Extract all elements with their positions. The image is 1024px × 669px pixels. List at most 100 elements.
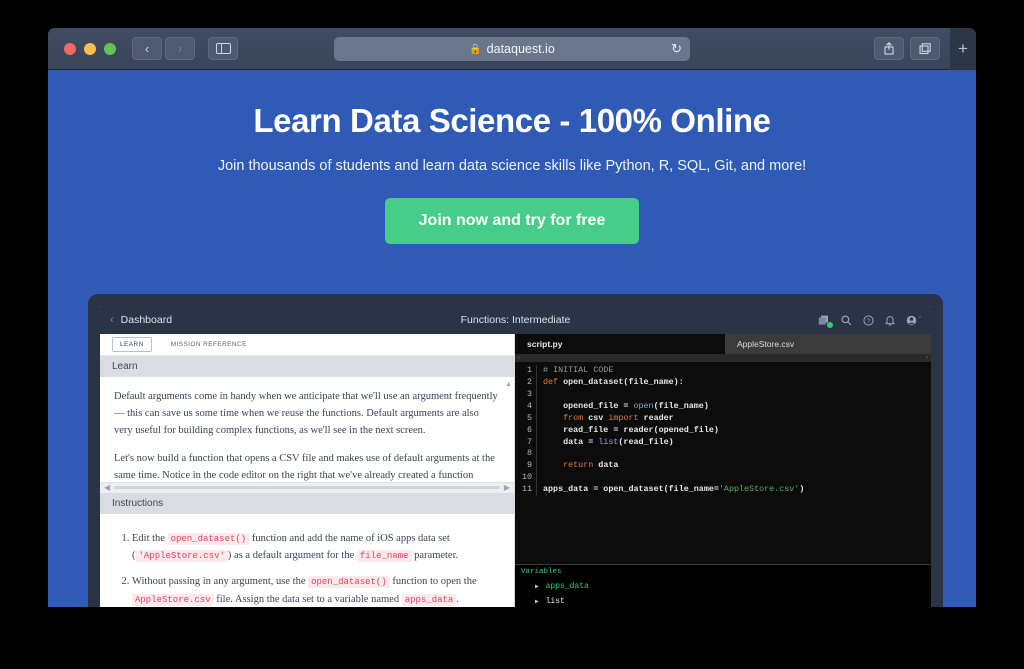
show-tabs-button[interactable] [910,37,940,60]
maximize-window-button[interactable] [104,42,116,55]
app-mockup-frame: ‹ Dashboard Functions: Intermediate ? ˇ … [88,294,943,607]
close-window-button[interactable] [64,42,76,55]
lesson-tabs: LEARN MISSION REFERENCE [100,334,514,356]
code-line: 6 read_file = reader(opened_file) [515,424,931,437]
share-button[interactable] [874,37,904,60]
browser-window: ‹ › 🔒 dataquest.io ↻ + Learn Data Scienc… [48,28,976,607]
new-tab-button[interactable]: + [950,28,976,70]
scroll-right-icon[interactable]: › [926,355,928,361]
scroll-left-icon[interactable]: ◀ [104,483,110,492]
app-body: LEARN MISSION REFERENCE Learn ▲ Default … [100,334,931,607]
line-number: 9 [515,460,537,473]
code-line: 2 def open_dataset(file_name): [515,376,931,389]
inline-code-open-dataset-2: open_dataset() [308,576,390,589]
lesson-pane: LEARN MISSION REFERENCE Learn ▲ Default … [100,334,515,607]
minimize-window-button[interactable] [84,42,96,55]
code-line: 7 data = list(read_file) [515,436,931,449]
tabs-icon [918,42,931,54]
code-text: return data [543,460,619,471]
line-number: 11 [515,484,537,497]
code-text: opened_file = open(file_name) [543,400,709,411]
chevron-down-icon: ˇ [918,316,921,324]
editor-tabs: script.py AppleStore.csv [515,334,931,354]
line-number: 4 [515,400,537,413]
page-subtitle: Join thousands of students and learn dat… [217,158,807,174]
instructions-list: Edit the open_dataset() function and add… [100,514,514,607]
sidebar-icon [215,43,231,54]
url-text: dataquest.io [486,42,555,56]
reload-icon[interactable]: ↻ [671,41,682,57]
line-number: 8 [515,448,537,461]
address-bar[interactable]: 🔒 dataquest.io ↻ [334,37,690,61]
inline-code-applestore-csv: AppleStore.csv [132,594,214,607]
expand-triangle-icon[interactable]: ▶ [535,583,539,590]
scrollbar-thumb[interactable] [114,486,500,490]
window-controls [64,42,116,55]
inline-code-open-dataset-1: open_dataset() [167,532,250,545]
line-number: 10 [515,472,537,485]
join-now-button[interactable]: Join now and try for free [384,198,640,244]
code-line: 11 apps_data = open_dataset(file_name='Ap… [515,484,931,497]
dashboard-link[interactable]: Dashboard [121,314,172,326]
code-text: data = list(read_file) [543,436,674,447]
learn-section-header: Learn [100,356,514,377]
lock-icon: 🔒 [469,43,482,55]
learn-p2-text-a: Let's now build a function that opens a … [114,453,495,481]
copy-check-icon[interactable] [818,315,833,328]
line-number: 3 [515,388,537,401]
code-text: apps_data = open_dataset(file_name='Appl… [543,484,805,495]
tab-learn[interactable]: LEARN [112,337,152,352]
expand-triangle-icon[interactable]: ▶ [535,598,539,605]
editor-tab-scroll-row[interactable]: ‹ › [515,354,931,362]
instr1-a: Edit the [132,532,168,544]
instr2-c: file. Assign the data set to a variable … [213,594,402,606]
scroll-left-icon[interactable]: ‹ [518,355,520,361]
code-text: def open_dataset(file_name): [543,376,684,387]
scroll-right-icon[interactable]: ▶ [504,483,510,492]
code-line: 4 opened_file = open(file_name) [515,400,931,413]
navigation-buttons: ‹ › [132,37,195,60]
instruction-item-1: Edit the open_dataset() function and add… [132,530,500,566]
lesson-horizontal-scrollbar[interactable]: ◀ ▶ [100,481,514,493]
code-line: 10 [515,472,931,485]
forward-button[interactable]: › [165,37,195,60]
learn-paragraph-1: Default arguments come in handy when we … [114,391,498,436]
browser-toolbar: ‹ › 🔒 dataquest.io ↻ + [48,28,976,70]
inline-code-applestore-quoted: 'AppleStore.csv' [135,550,228,563]
dataquest-app: ‹ Dashboard Functions: Intermediate ? ˇ … [100,306,931,607]
line-number: 1 [515,365,537,377]
tab-mission-reference[interactable]: MISSION REFERENCE [164,338,254,351]
page-title: Learn Data Science - 100% Online [253,102,771,139]
code-area[interactable]: 1 # INITIAL CODE 2 def open_dataset(file_na… [515,362,931,564]
instr1-c: ) as a default argument for the [227,550,357,562]
app-header-icons: ? ˇ [818,314,921,328]
code-text: from csv import reader [543,412,674,423]
editor-tab-script-py[interactable]: script.py [515,334,725,354]
account-icon[interactable]: ˇ [906,315,921,326]
instr2-b: function to open the [389,576,477,588]
variable-row[interactable]: ▶ apps_data [515,579,931,594]
mission-title: Functions: Intermediate [460,314,571,326]
code-text: # INITIAL CODE [543,365,614,375]
editor-tab-applestore-csv[interactable]: AppleStore.csv [725,334,806,354]
help-icon[interactable]: ? [863,314,874,326]
variables-panel: Variables ▶ apps_data ▶ list [515,564,931,607]
line-number: 6 [515,424,537,437]
bell-icon[interactable] [884,315,895,326]
chevron-right-icon: › [177,41,183,56]
variable-row[interactable]: ▶ list [515,594,931,607]
search-icon[interactable] [841,315,852,326]
back-button[interactable]: ‹ [132,37,162,60]
scroll-up-icon[interactable]: ▲ [505,381,512,388]
code-text: read_file = reader(opened_file) [543,424,719,435]
sidebar-toggle-button[interactable] [208,37,238,60]
instr2-a: Without passing in any argument, use the [132,576,309,588]
instr1-d: parameter. [411,550,459,562]
learn-content-scroll[interactable]: ▲ Default arguments come in handy when w… [100,377,514,482]
instructions-section-header: Instructions [100,492,514,514]
svg-text:?: ? [866,318,870,325]
line-number: 7 [515,436,537,449]
status-dot [826,321,833,328]
